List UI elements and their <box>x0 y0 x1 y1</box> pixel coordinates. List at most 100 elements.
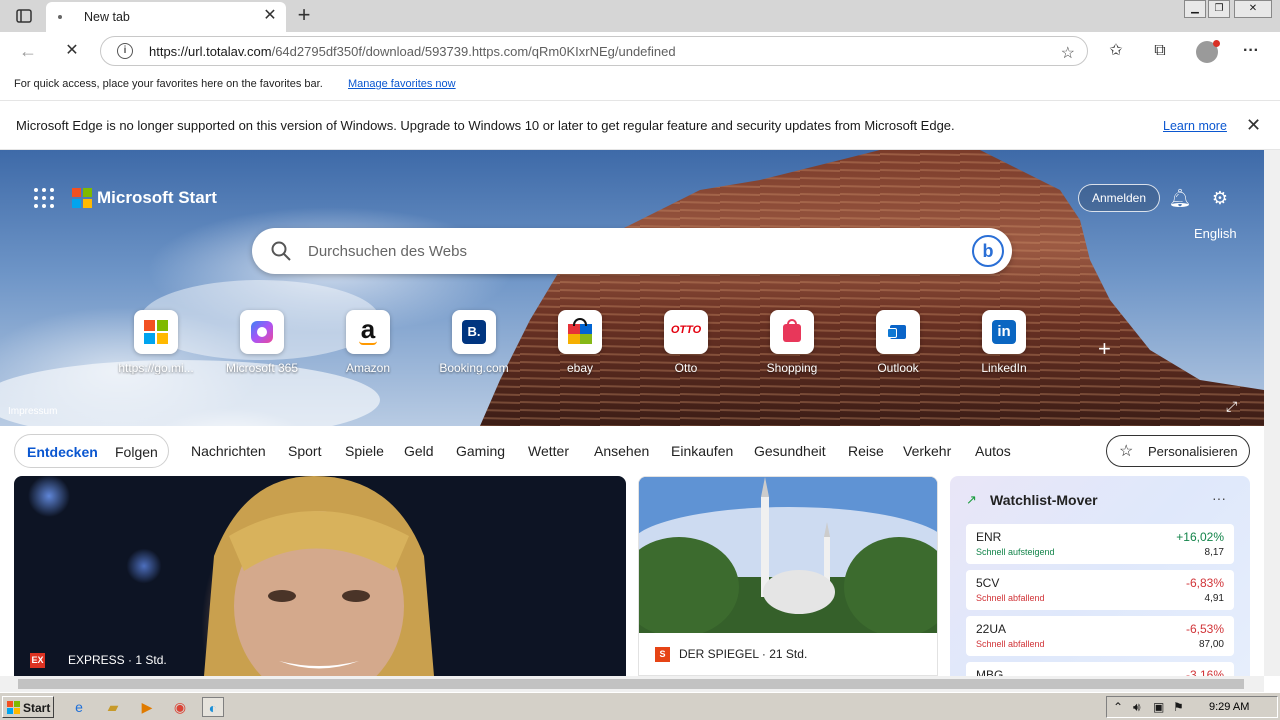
nav-gesundheit[interactable]: Gesundheit <box>754 443 826 459</box>
tile-go-microsoft[interactable]: https://go.mi... <box>106 310 206 375</box>
folder-icon[interactable]: ▰ <box>102 697 124 717</box>
stock-symbol: MBG <box>976 668 1004 676</box>
watchlist-card: ↗ Watchlist-Mover ··· ENR Schnell aufste… <box>950 476 1250 676</box>
address-bar[interactable]: i https://url.totalav.com/64d2795df350f/… <box>100 36 1088 66</box>
tab-strip: New tab ✕ + ▁ ❐ ✕ <box>0 0 1280 32</box>
search-icon <box>271 241 291 261</box>
ebay-icon <box>558 310 602 354</box>
stock-row[interactable]: ENR Schnell aufsteigend +16,02% 8,17 <box>966 524 1234 564</box>
tab-new-tab[interactable]: New tab ✕ <box>46 2 286 32</box>
close-window-button[interactable]: ✕ <box>1234 0 1272 18</box>
tile-booking[interactable]: B. Booking.com <box>424 310 524 375</box>
chrome-icon[interactable]: ◉ <box>169 697 191 717</box>
new-tab-button[interactable]: + <box>292 4 316 28</box>
quick-links: https://go.mi... Microsoft 365 a Amazon … <box>0 310 1264 380</box>
feed-navigation: Entdecken Folgen Nachrichten Sport Spiel… <box>0 426 1264 476</box>
stock-symbol: ENR <box>976 530 1002 544</box>
nav-autos[interactable]: Autos <box>975 443 1011 459</box>
nav-ansehen[interactable]: Ansehen <box>594 443 649 459</box>
impressum-link[interactable]: Impressum <box>8 406 57 417</box>
stop-loading-button[interactable]: ✕ <box>58 38 86 64</box>
personalize-button[interactable]: ☆ Personalisieren <box>1106 435 1250 467</box>
notification-dot-icon <box>1213 40 1220 47</box>
start-label: Start <box>23 701 51 715</box>
volume-icon[interactable]: 🔊︎ <box>1133 700 1141 715</box>
nav-nachrichten[interactable]: Nachrichten <box>191 443 266 459</box>
network-icon[interactable]: ▣ <box>1153 700 1164 714</box>
bing-chat-icon[interactable]: b <box>972 235 1004 267</box>
tile-otto[interactable]: OTTO Otto <box>636 310 736 375</box>
more-menu-icon[interactable]: ··· <box>1240 40 1262 62</box>
nav-sport[interactable]: Sport <box>288 443 321 459</box>
tile-label: Outlook <box>877 361 919 375</box>
vertical-scrollbar[interactable] <box>1264 150 1280 676</box>
news-card-main[interactable]: EX EXPRESS · 1 Std. <box>14 476 626 676</box>
outlook-icon <box>876 310 920 354</box>
shopping-icon <box>770 310 814 354</box>
stock-change: -6,83% <box>1185 576 1224 590</box>
nav-geld[interactable]: Geld <box>404 443 434 459</box>
flag-icon[interactable]: ⚑ <box>1173 700 1184 714</box>
tile-shopping[interactable]: Shopping <box>742 310 842 375</box>
nav-einkaufen[interactable]: Einkaufen <box>671 443 733 459</box>
nav-reise[interactable]: Reise <box>848 443 884 459</box>
tile-linkedin[interactable]: in LinkedIn <box>954 310 1054 375</box>
tile-label: Amazon <box>345 361 391 375</box>
add-favorite-icon[interactable]: ☆ <box>1061 43 1075 63</box>
app-launcher-icon[interactable] <box>34 188 54 208</box>
tab-entdecken[interactable]: Entdecken <box>27 444 98 460</box>
internet-explorer-icon[interactable]: e <box>68 697 90 717</box>
express-source-icon: EX <box>30 653 45 668</box>
nav-wetter[interactable]: Wetter <box>528 443 569 459</box>
stock-price: 4,91 <box>1204 593 1224 604</box>
tile-microsoft-365[interactable]: Microsoft 365 <box>212 310 312 375</box>
tab-actions-button[interactable] <box>10 6 38 26</box>
add-shortcut-icon[interactable]: + <box>1098 336 1111 362</box>
learn-more-link[interactable]: Learn more <box>1163 119 1227 133</box>
tab-title: New tab <box>84 10 130 24</box>
search-input[interactable]: Durchsuchen des Webs <box>308 243 467 260</box>
infobar-close-icon[interactable]: ✕ <box>1246 115 1261 136</box>
nav-gaming[interactable]: Gaming <box>456 443 505 459</box>
tab-close-icon[interactable]: ✕ <box>262 8 278 24</box>
news-source: DER SPIEGEL · 21 Std. <box>679 647 808 661</box>
m365-icon <box>240 310 284 354</box>
stock-row[interactable]: MBG -3,16% <box>966 662 1234 676</box>
collections-icon[interactable]: ⧉ <box>1149 40 1171 62</box>
favorites-hint: For quick access, place your favorites h… <box>14 78 323 90</box>
restore-button[interactable]: ❐ <box>1208 0 1230 18</box>
profile-avatar[interactable] <box>1196 40 1220 63</box>
brand-title[interactable]: Microsoft Start <box>97 188 217 208</box>
tile-outlook[interactable]: Outlook <box>848 310 948 375</box>
start-button[interactable]: Start <box>2 696 54 718</box>
back-button[interactable]: ← <box>14 38 42 64</box>
stock-row[interactable]: 5CV Schnell abfallend -6,83% 4,91 <box>966 570 1234 610</box>
signin-button[interactable]: Anmelden <box>1078 184 1160 212</box>
manage-favorites-link[interactable]: Manage favorites now <box>348 78 456 90</box>
news-card-spiegel[interactable]: S DER SPIEGEL · 21 Std. <box>638 476 938 676</box>
tile-ebay[interactable]: ebay <box>530 310 630 375</box>
language-selector[interactable]: English <box>1194 226 1237 241</box>
gear-icon[interactable]: ⚙ <box>1208 186 1232 210</box>
watchlist-title[interactable]: Watchlist-Mover <box>990 492 1098 508</box>
system-tray: ⌃ 🔊︎ ▣ ⚑ 9:29 AM <box>1106 696 1278 718</box>
more-options-icon[interactable]: ··· <box>1212 490 1226 506</box>
horizontal-scroll-thumb[interactable] <box>18 679 1244 689</box>
bell-icon[interactable]: 🔔︎ <box>1168 186 1192 210</box>
expand-icon[interactable]: ⤢ <box>1226 398 1237 415</box>
search-box[interactable]: Durchsuchen des Webs b <box>252 228 1012 274</box>
minimize-button[interactable]: ▁ <box>1184 0 1206 18</box>
nav-verkehr[interactable]: Verkehr <box>903 443 951 459</box>
tile-label: ebay <box>566 361 594 375</box>
stock-change: -6,53% <box>1185 622 1224 636</box>
nav-spiele[interactable]: Spiele <box>345 443 384 459</box>
stock-direction: Schnell aufsteigend <box>976 547 1055 557</box>
media-player-icon[interactable]: ▶ <box>136 697 158 717</box>
tile-amazon[interactable]: a Amazon <box>318 310 418 375</box>
tab-folgen[interactable]: Folgen <box>115 444 158 460</box>
site-info-icon[interactable]: i <box>117 43 133 59</box>
stock-row[interactable]: 22UA Schnell abfallend -6,53% 87,00 <box>966 616 1234 656</box>
edge-taskbar-icon[interactable]: ◐ <box>202 697 224 717</box>
tray-expand-icon[interactable]: ⌃ <box>1113 700 1123 714</box>
favorites-icon[interactable]: ✩ <box>1105 40 1127 62</box>
